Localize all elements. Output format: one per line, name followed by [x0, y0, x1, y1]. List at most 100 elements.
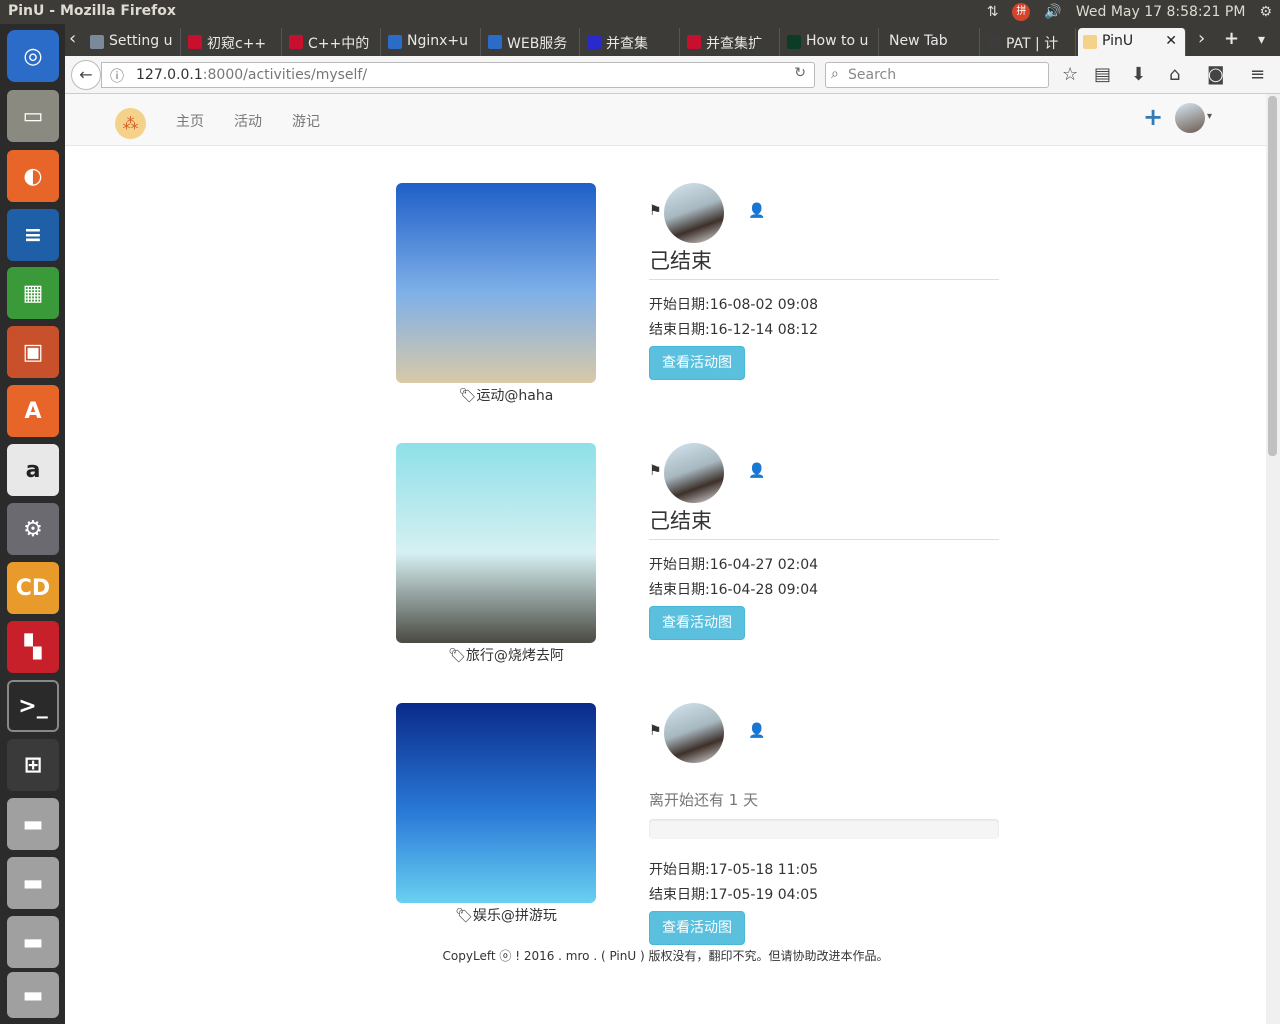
nav-bar: ← ⓘ 127.0.0.1:8000/activities/myself/ ↻ … — [65, 56, 1280, 94]
view-activity-button[interactable]: 查看活动图 — [649, 911, 745, 945]
drive-icon[interactable]: ▬ — [7, 972, 59, 1018]
firefox-icon[interactable]: ◐ — [7, 150, 59, 202]
bookmark-star-icon[interactable]: ☆ — [1062, 64, 1078, 85]
view-activity-button[interactable]: 查看活动图 — [649, 606, 745, 640]
activity-tag: 娱乐@拼游玩 — [472, 908, 557, 924]
flag-icon: ⚑ — [649, 203, 662, 219]
activity-image[interactable] — [396, 183, 596, 383]
impress-icon[interactable]: ▣ — [7, 326, 59, 378]
activity-status: 己结束 — [649, 245, 999, 280]
tab-label: Nginx+u — [407, 33, 469, 49]
tab-label: C++中的 — [308, 36, 370, 52]
start-date: 开始日期:17-05-18 11:05 — [649, 862, 819, 878]
scrollbar-thumb[interactable] — [1268, 96, 1277, 456]
tab[interactable]: 初窥c++ — [183, 28, 282, 56]
end-date: 结束日期:16-04-28 09:04 — [649, 582, 819, 598]
end-date: 结束日期:16-12-14 08:12 — [649, 322, 819, 338]
creator-avatar[interactable] — [664, 183, 724, 243]
activity-tag: 旅行@烧烤去阿 — [465, 648, 564, 664]
document-icon — [90, 35, 104, 49]
terminal-icon[interactable]: >_ — [7, 680, 59, 732]
cd-icon[interactable]: CD — [7, 562, 59, 614]
tab-label: PAT | 计 — [1006, 36, 1059, 52]
new-tab-icon[interactable]: + — [1224, 28, 1239, 49]
menu-icon[interactable]: ≡ — [1250, 64, 1265, 85]
back-button[interactable]: ← — [71, 60, 101, 90]
tab-scroll-left-icon[interactable]: ‹ — [69, 28, 76, 49]
home-icon[interactable]: ⌂ — [1169, 64, 1180, 85]
nav-link-activities[interactable]: 活动 — [234, 111, 262, 131]
writer-icon[interactable]: ≡ — [7, 209, 59, 261]
calc-icon[interactable]: ▦ — [7, 267, 59, 319]
browser-icon — [488, 35, 502, 49]
drive-icon[interactable]: ▬ — [7, 798, 59, 850]
reading-list-icon[interactable]: ▤ — [1094, 64, 1111, 85]
downloads-icon[interactable]: ⬇ — [1131, 64, 1146, 85]
start-date: 开始日期:16-08-02 09:08 — [649, 297, 819, 313]
pocket-icon[interactable]: ◙ — [1207, 64, 1224, 85]
tab[interactable]: WEB服务 — [483, 28, 580, 56]
tab[interactable]: 并查集 — [582, 28, 680, 56]
tab[interactable]: Setting u — [85, 28, 181, 56]
activity-status: 己结束 — [649, 505, 999, 540]
workspace-switcher-icon[interactable]: ⊞ — [7, 739, 59, 791]
input-method-icon[interactable]: 拼 — [1012, 3, 1031, 21]
system-settings-icon[interactable]: ⚙ — [7, 503, 59, 555]
tab-label: 并查集 — [606, 36, 648, 52]
tab-label: PinU — [1102, 33, 1134, 49]
software-center-icon[interactable]: A — [7, 385, 59, 437]
person-icon[interactable]: 👤 — [748, 723, 765, 739]
network-icon[interactable]: ⇅ — [987, 4, 999, 20]
activity-card: 🏷娱乐@拼游玩 ⚑ 👤 离开始还有 1 天 开始日期:17-05-18 11:0… — [396, 703, 1006, 945]
reload-icon[interactable]: ↻ — [794, 65, 806, 81]
tab[interactable]: C++中的 — [284, 28, 381, 56]
activity-tag: 运动@haha — [476, 388, 554, 404]
tab-scroll-right-icon[interactable]: › — [1198, 28, 1205, 49]
site-logo-icon[interactable]: ⁂ — [115, 108, 146, 139]
info-icon[interactable]: ⓘ — [110, 66, 124, 86]
activity-card: 🏷旅行@烧烤去阿 ⚑ 👤 己结束 开始日期:16-04-27 02:04 结束日… — [396, 443, 1006, 683]
person-icon[interactable]: 👤 — [748, 463, 765, 479]
person-icon[interactable]: 👤 — [748, 203, 765, 219]
amazon-icon[interactable]: a — [7, 444, 59, 496]
creator-avatar[interactable] — [664, 703, 724, 763]
chevron-down-icon[interactable]: ▾ — [1207, 111, 1212, 122]
tab[interactable]: PAT | 计 — [982, 28, 1076, 56]
csdn-icon — [289, 35, 303, 49]
nav-link-travelogue[interactable]: 游记 — [292, 111, 320, 131]
nav-link-home[interactable]: 主页 — [176, 111, 204, 131]
site-navbar: ⁂ 主页 活动 游记 + ▾ — [65, 94, 1266, 146]
activity-caption: 🏷运动@haha — [396, 385, 616, 405]
tab[interactable]: How to u — [782, 28, 879, 56]
clock[interactable]: Wed May 17 8:58:21 PM — [1076, 4, 1246, 20]
tab[interactable]: Nginx+u — [383, 28, 481, 56]
activity-image[interactable] — [396, 443, 596, 643]
url-bar[interactable]: ⓘ 127.0.0.1:8000/activities/myself/ ↻ — [101, 62, 815, 88]
drive-icon[interactable]: ▬ — [7, 857, 59, 909]
power-icon[interactable]: ⚙ — [1259, 4, 1272, 20]
volume-icon[interactable]: 🔊 — [1044, 4, 1061, 20]
tab-label: 并查集扩 — [706, 36, 762, 52]
activity-image[interactable] — [396, 703, 596, 903]
window-title: PinU - Mozilla Firefox — [8, 3, 176, 19]
app-grid-icon[interactable]: ▚ — [7, 621, 59, 673]
creator-avatar[interactable] — [664, 443, 724, 503]
search-placeholder: Search — [848, 67, 897, 83]
ubuntu-dash-icon[interactable]: ◎ — [7, 30, 59, 82]
search-input[interactable]: ⌕ Search — [825, 62, 1049, 88]
activity-status: 离开始还有 1 天 — [649, 791, 759, 809]
files-icon[interactable]: ▭ — [7, 90, 59, 142]
footer: CopyLeft ⓞ ! 2016 . mro . ( PinU ) 版权没有，… — [442, 949, 889, 963]
tab[interactable]: New Tab — [881, 28, 980, 56]
user-avatar[interactable] — [1175, 103, 1205, 133]
close-tab-icon[interactable]: ✕ — [1165, 33, 1177, 49]
add-activity-icon[interactable]: + — [1143, 103, 1163, 131]
activity-caption: 🏷娱乐@拼游玩 — [396, 905, 616, 925]
view-activity-button[interactable]: 查看活动图 — [649, 346, 745, 380]
site-icon — [587, 35, 601, 49]
tab-list-icon[interactable]: ▾ — [1258, 32, 1265, 48]
tab[interactable]: PinU ✕ — [1078, 28, 1186, 56]
activity-card: 🏷运动@haha ⚑ 👤 己结束 开始日期:16-08-02 09:08 结束日… — [396, 183, 1006, 423]
drive-icon[interactable]: ▬ — [7, 916, 59, 968]
tab[interactable]: 并查集扩 — [682, 28, 780, 56]
